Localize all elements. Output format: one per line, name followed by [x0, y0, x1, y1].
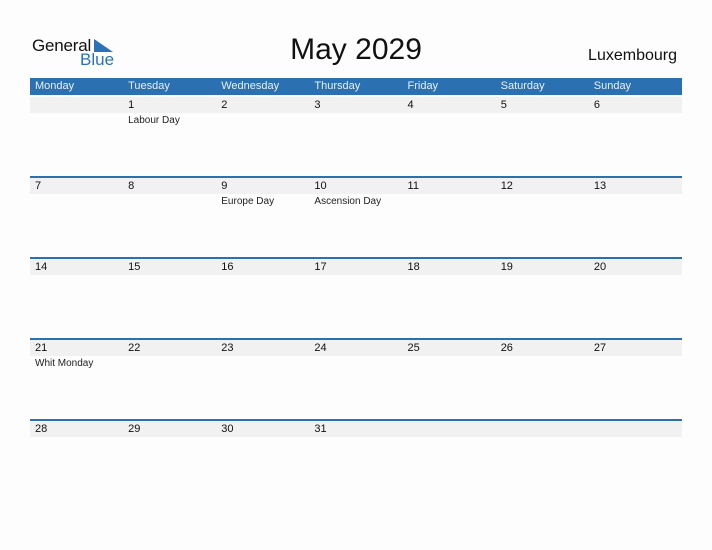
week-row: 1 Labour Day 2 3 4 5 6 [30, 97, 682, 178]
day-number: 1 [128, 99, 135, 111]
day-number: 18 [407, 261, 420, 273]
week-row: 14 15 16 17 18 19 20 [30, 257, 682, 338]
weekday-monday: Monday [35, 80, 75, 92]
day-cell: 30 [216, 421, 309, 500]
day-number: 27 [593, 342, 607, 354]
day-cell [589, 421, 682, 500]
day-number: 7 [35, 180, 42, 192]
day-cell: 9 Europe Day [216, 178, 309, 257]
day-cell: 29 [123, 421, 216, 500]
day-cell: 27 [589, 340, 682, 419]
day-cell [403, 421, 496, 500]
country-label: Luxembourg [588, 47, 677, 64]
day-cell [30, 97, 123, 176]
day-number: 15 [128, 261, 141, 273]
day-cell: 6 [589, 97, 682, 176]
day-number: 23 [221, 342, 234, 354]
weekday-sunday: Sunday [593, 80, 632, 92]
day-number: 16 [221, 261, 234, 273]
holiday-label: Whit Monday [35, 358, 94, 369]
calendar-grid: Monday Tuesday Wednesday Thursday Friday… [30, 78, 682, 437]
weekday-header: Monday Tuesday Wednesday Thursday Friday… [30, 78, 682, 95]
day-number: 29 [128, 423, 141, 435]
day-cell: 14 [30, 259, 123, 338]
day-number: 10 [314, 180, 327, 192]
day-cell: 15 [123, 259, 216, 338]
day-number: 6 [593, 99, 600, 111]
day-cell: 20 [589, 259, 682, 338]
day-number: 24 [314, 342, 327, 354]
day-cell: 19 [496, 259, 589, 338]
day-number: 21 [35, 342, 48, 354]
day-number: 2 [221, 99, 228, 111]
day-number: 14 [35, 261, 48, 273]
day-cell: 1 Labour Day [123, 97, 216, 176]
day-cell: 21 Whit Monday [30, 340, 123, 419]
day-cell: 26 [496, 340, 589, 419]
day-cell: 18 [403, 259, 496, 338]
day-cell: 22 [123, 340, 216, 419]
day-cell: 31 [309, 421, 402, 500]
day-cell: 23 [216, 340, 309, 419]
day-cell: 13 [589, 178, 682, 257]
day-cell [496, 421, 589, 500]
day-cell: 7 [30, 178, 123, 257]
day-cell: 10 Ascension Day [309, 178, 402, 257]
day-cell: 3 [309, 97, 402, 176]
day-cell: 5 [496, 97, 589, 176]
day-cell: 25 [403, 340, 496, 419]
weekday-friday: Friday [407, 80, 439, 92]
day-number: 12 [500, 180, 513, 192]
day-number: 9 [221, 180, 228, 192]
week-row: 28 29 30 31 [30, 419, 682, 500]
day-cell: 17 [309, 259, 402, 338]
day-cell: 2 [216, 97, 309, 176]
holiday-label: Europe Day [221, 196, 275, 207]
day-number: 25 [407, 342, 420, 354]
weekday-thursday: Thursday [314, 80, 361, 92]
day-number: 30 [221, 423, 234, 435]
day-number: 22 [128, 342, 141, 354]
holiday-label: Ascension Day [314, 196, 382, 207]
day-cell: 11 [403, 178, 496, 257]
day-number: 5 [500, 99, 507, 111]
day-number: 13 [593, 180, 607, 192]
day-cell: 12 [496, 178, 589, 257]
day-number: 31 [314, 423, 327, 435]
day-number: 20 [593, 261, 607, 273]
day-cell: 8 [123, 178, 216, 257]
day-number: 11 [407, 180, 419, 192]
week-row: 7 8 9 Europe Day 10 Ascension Day 11 12 13 [30, 176, 682, 257]
day-cell: 16 [216, 259, 309, 338]
day-number: 19 [500, 261, 513, 273]
day-cell: 24 [309, 340, 402, 419]
day-number: 26 [500, 342, 513, 354]
day-number: 3 [314, 99, 321, 111]
day-cell: 4 [403, 97, 496, 176]
holiday-label: Labour Day [128, 115, 180, 126]
day-number: 28 [35, 423, 48, 435]
weekday-wednesday: Wednesday [221, 80, 280, 92]
weekday-tuesday: Tuesday [128, 80, 170, 92]
week-row: 21 Whit Monday 22 23 24 25 26 27 [30, 338, 682, 419]
day-number: 4 [407, 99, 414, 111]
day-cell: 28 [30, 421, 123, 500]
day-number: 17 [314, 261, 327, 273]
day-number: 8 [128, 180, 135, 192]
weekday-saturday: Saturday [500, 80, 545, 92]
